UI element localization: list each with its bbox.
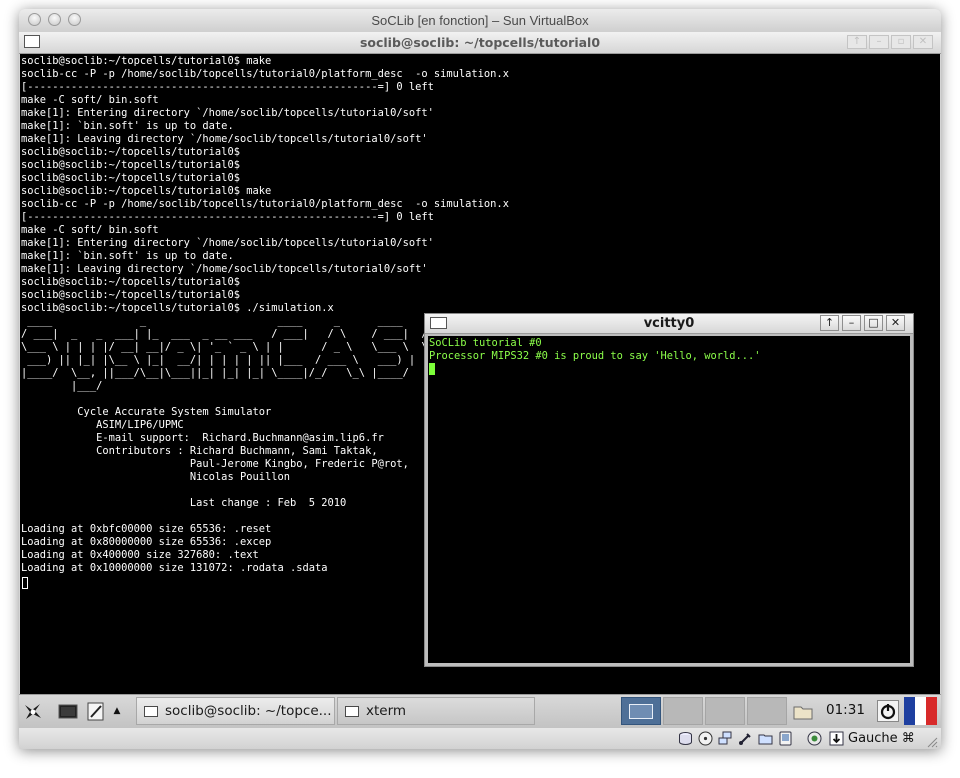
- vcitty-output: SoCLib tutorial #0 Processor MIPS32 #0 i…: [429, 337, 761, 362]
- hard-disk-icon[interactable]: [678, 731, 693, 746]
- workspace-2[interactable]: [663, 697, 703, 725]
- network-icon[interactable]: [718, 731, 733, 746]
- maximize-icon[interactable]: □: [864, 315, 883, 331]
- terminal-cursor: [22, 577, 28, 589]
- window-title: SoCLib [en fonction] – Sun VirtualBox: [371, 13, 589, 28]
- resize-grip-icon[interactable]: [925, 733, 940, 748]
- host-key-label: Gauche ⌘: [848, 731, 915, 746]
- window-icon: [144, 706, 158, 717]
- show-desktop-icon[interactable]: [58, 702, 78, 721]
- arrow-up-icon[interactable]: ↑: [820, 315, 839, 331]
- task-terminal[interactable]: soclib@soclib: ~/topce...: [136, 697, 335, 725]
- terminal-titlebar[interactable]: soclib@soclib: ~/topcells/tutorial0 ↑ – …: [19, 32, 941, 54]
- terminal-title: soclib@soclib: ~/topcells/tutorial0: [359, 35, 601, 50]
- minimize-icon[interactable]: –: [869, 35, 889, 49]
- task-xterm[interactable]: xterm: [337, 697, 535, 725]
- vcitty-titlebar[interactable]: vcitty0 ↑ – □ ✕: [425, 314, 913, 334]
- cd-drive-icon[interactable]: [698, 731, 713, 746]
- mac-titlebar[interactable]: SoCLib [en fonction] – Sun VirtualBox: [19, 9, 941, 33]
- virtualbox-window: SoCLib [en fonction] – Sun VirtualBox so…: [19, 9, 941, 749]
- workspace-4[interactable]: [747, 697, 787, 725]
- window-icon: [345, 706, 359, 717]
- shared-folder-icon[interactable]: [758, 731, 773, 746]
- close-icon[interactable]: ✕: [913, 35, 933, 49]
- text-editor-icon[interactable]: [86, 702, 106, 721]
- mouse-integration-icon[interactable]: [829, 731, 844, 746]
- keyboard-layout-flag-icon[interactable]: [904, 697, 937, 725]
- clock[interactable]: 01:31: [826, 702, 865, 718]
- start-menu-icon[interactable]: [23, 702, 43, 721]
- maximize-icon[interactable]: ▫: [891, 35, 911, 49]
- virtualbox-statusbar: Gauche ⌘: [19, 728, 941, 749]
- folder-icon[interactable]: [793, 702, 813, 721]
- arrow-up-icon[interactable]: ↑: [847, 35, 867, 49]
- close-icon[interactable]: ✕: [886, 315, 905, 331]
- virtualization-icon[interactable]: [807, 731, 822, 746]
- terminal-area[interactable]: soclib@soclib:~/topcells/tutorial0$ make…: [20, 54, 940, 694]
- workspace-3[interactable]: [705, 697, 745, 725]
- power-icon[interactable]: [877, 700, 899, 722]
- task-label: xterm: [366, 703, 407, 719]
- vcitty-title: vcitty0: [643, 316, 695, 331]
- workspace-1[interactable]: [621, 697, 661, 725]
- launcher-arrow-icon[interactable]: ▲: [111, 702, 123, 721]
- display-icon[interactable]: [778, 731, 793, 746]
- usb-icon[interactable]: [738, 731, 753, 746]
- task-label: soclib@soclib: ~/topce...: [165, 703, 332, 719]
- minimize-icon[interactable]: –: [842, 315, 861, 331]
- vcitty-window[interactable]: vcitty0 ↑ – □ ✕ SoCLib tutorial #0 Proce…: [424, 313, 914, 667]
- vcitty-cursor: [429, 363, 435, 375]
- vcitty-screen[interactable]: SoCLib tutorial #0 Processor MIPS32 #0 i…: [428, 336, 910, 663]
- taskbar: ▲ soclib@soclib: ~/topce... xterm 01:31: [19, 694, 941, 728]
